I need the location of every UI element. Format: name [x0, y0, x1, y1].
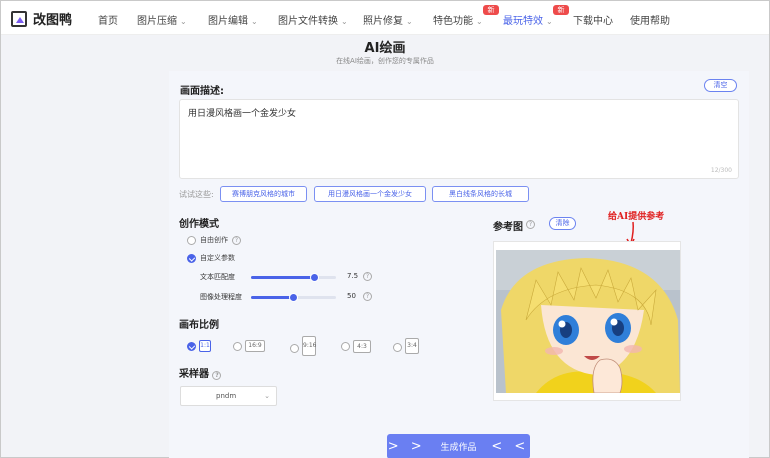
nav-compress[interactable]: 图片压缩 ⌄	[137, 12, 187, 27]
radio[interactable]	[341, 342, 350, 351]
ratio-option[interactable]: 1:1	[187, 340, 211, 352]
chevron-down-icon: ⌄	[264, 392, 270, 400]
nav-edit[interactable]: 图片编辑 ⌄	[208, 12, 258, 27]
chevron-down-icon: ⌄	[251, 17, 258, 26]
slider-handle[interactable]	[289, 293, 298, 302]
nav-features[interactable]: 特色功能 ⌄ 新	[433, 5, 499, 27]
mode-option-custom[interactable]: 自定义参数	[187, 253, 235, 263]
slider-fill	[251, 276, 315, 279]
nav-label: 图片压缩	[137, 16, 177, 27]
nav-label: 特色功能	[433, 16, 473, 27]
prompt-text: 用日漫风格画一个金发少女	[188, 109, 297, 119]
nav-label: 首页	[98, 16, 118, 27]
chevrons-right-icon: > >	[387, 439, 426, 454]
chevron-down-icon: ⌄	[406, 17, 413, 26]
generate-button[interactable]: > > 生成作品 < <	[387, 434, 530, 458]
new-badge: 新	[483, 5, 499, 15]
logo-icon	[11, 10, 27, 27]
chevron-down-icon: ⌄	[341, 17, 348, 26]
slider-fill	[251, 296, 294, 299]
ratio-box: 3:4	[405, 338, 419, 354]
sampler-select[interactable]: pndm ⌄	[180, 386, 277, 406]
radio[interactable]	[290, 343, 299, 353]
help-icon[interactable]: ?	[526, 220, 535, 229]
ratio-box: 16:9	[245, 340, 265, 352]
sampler-value: pndm	[216, 392, 237, 400]
nav-label: 照片修复	[363, 16, 403, 27]
nav-label: 使用帮助	[630, 16, 670, 27]
help-icon[interactable]: ?	[212, 371, 222, 380]
ratio-option[interactable]: 3:4	[393, 338, 419, 354]
option-label: 自由创作	[200, 236, 228, 244]
nav-home[interactable]: 首页	[98, 12, 118, 27]
chevron-down-icon: ⌄	[476, 17, 483, 26]
chevron-down-icon: ⌄	[546, 17, 553, 26]
page-subtitle: 在线AI绘画，创作您的专属作品	[336, 57, 434, 65]
image-strength-value: 50	[347, 292, 356, 300]
help-icon[interactable]: ?	[363, 272, 372, 281]
nav-download[interactable]: 下载中心	[573, 12, 613, 27]
nav-label: 图片文件转换	[278, 16, 338, 27]
nav-repair[interactable]: 照片修复 ⌄	[363, 12, 413, 27]
radio-checked[interactable]	[187, 253, 196, 263]
canvas-ratio-label: 画布比例	[179, 320, 219, 331]
reference-image	[496, 250, 680, 393]
mode-option-free[interactable]: 自由创作 ?	[187, 235, 241, 245]
reference-image-box[interactable]	[493, 241, 681, 401]
nav-label: 图片编辑	[208, 16, 248, 27]
suggestion-chip[interactable]: 赛博朋克风格的城市	[220, 186, 307, 202]
radio[interactable]	[393, 342, 402, 352]
text-match-value: 7.5	[347, 272, 359, 280]
prompt-label: 画面描述:	[180, 86, 224, 97]
try-label: 试试这些:	[179, 190, 214, 199]
nav-effects[interactable]: 最玩特效 ⌄ 新	[503, 5, 569, 27]
anime-girl-illustration	[496, 250, 680, 393]
ratio-option[interactable]: 16:9	[233, 340, 265, 352]
ratio-box: 9:16	[302, 336, 316, 356]
option-label: 自定义参数	[200, 254, 235, 262]
suggestion-chip[interactable]: 用日漫风格画一个金发少女	[314, 186, 426, 202]
nav-convert[interactable]: 图片文件转换 ⌄	[278, 12, 348, 27]
char-counter: 12/300	[710, 167, 732, 174]
chevron-down-icon: ⌄	[180, 17, 187, 26]
generate-label: 生成作品	[440, 443, 477, 453]
image-strength-slider[interactable]	[251, 293, 336, 302]
radio-checked[interactable]	[187, 341, 196, 351]
nav-label: 最玩特效	[503, 16, 543, 27]
suggestion-chip[interactable]: 黑白线条风格的长城	[432, 186, 529, 202]
nav-help[interactable]: 使用帮助	[630, 12, 670, 27]
ratio-box: 4:3	[353, 340, 371, 353]
prompt-textarea[interactable]: 用日漫风格画一个金发少女 12/300	[179, 99, 739, 179]
page-title: AI绘画	[364, 41, 406, 56]
help-icon[interactable]: ?	[363, 292, 372, 301]
logo-text: 改图鸭	[33, 13, 73, 28]
sampler-label-text: 采样器	[179, 369, 209, 380]
mode-label: 创作模式	[179, 219, 219, 230]
radio[interactable]	[187, 235, 196, 245]
nav-label: 下载中心	[573, 16, 613, 27]
logo[interactable]: 改图鸭	[11, 9, 72, 28]
text-match-slider[interactable]	[251, 273, 336, 282]
clear-reference-button[interactable]: 清除	[549, 217, 576, 230]
clear-prompt-button[interactable]: 清空	[704, 79, 737, 92]
chevrons-left-icon: < <	[491, 439, 530, 454]
reference-label: 参考图	[493, 222, 523, 233]
top-nav: 改图鸭 首页 图片压缩 ⌄ 图片编辑 ⌄ 图片文件转换 ⌄ 照片修复 ⌄ 特色功能 ⌄ 新 …	[1, 1, 769, 35]
image-strength-label: 图像处理程度	[200, 293, 242, 301]
ratio-option[interactable]: 9:16	[290, 336, 316, 356]
new-badge: 新	[553, 5, 569, 15]
help-icon[interactable]: ?	[232, 235, 241, 245]
ratio-box: 1:1	[199, 340, 211, 352]
text-match-label: 文本匹配度	[200, 273, 235, 281]
sampler-label: 采样器 ?	[179, 365, 222, 380]
ratio-option[interactable]: 4:3	[341, 340, 371, 353]
radio[interactable]	[233, 341, 242, 351]
